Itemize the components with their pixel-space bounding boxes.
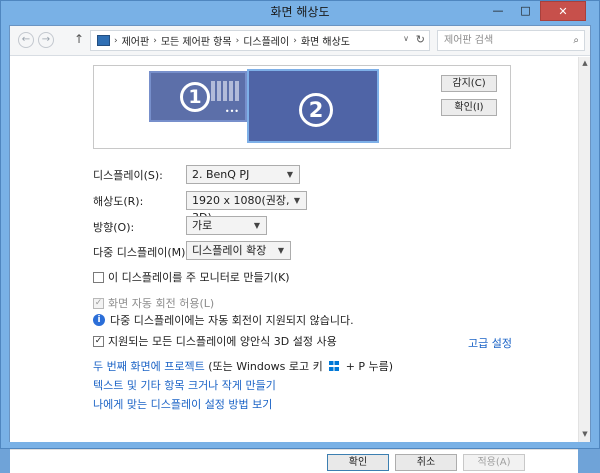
refresh-icon[interactable]: ↻ xyxy=(416,33,425,46)
stereo-3d-label: 지원되는 모든 디스플레이에 양안식 3D 설정 사용 xyxy=(108,335,337,348)
main-monitor-checkbox[interactable] xyxy=(93,271,104,283)
detect-button[interactable]: 감지(C) xyxy=(441,75,497,92)
auto-rotate-option: ✓ 화면 자동 회전 허용(L) xyxy=(93,295,214,311)
close-button[interactable]: ✕ xyxy=(540,1,586,21)
project-hint: (또는 Windows 로고 키 xyxy=(208,360,323,373)
dropdown-icon[interactable]: ∨ xyxy=(403,34,409,43)
display-resolution-window: 화면 해상도 — □ ✕ ← → ↑ › 제어판 › 모든 제어판 항목 › 디… xyxy=(0,0,600,473)
address-bar[interactable]: › 제어판 › 모든 제어판 항목 › 디스플레이 › 화면 해상도 ∨ ↻ xyxy=(90,30,430,51)
breadcrumb-display[interactable]: 디스플레이 xyxy=(243,33,289,48)
desktop-grid xyxy=(211,81,241,101)
chevron-down-icon: ▼ xyxy=(253,221,260,230)
monitor-2-number: 2 xyxy=(299,93,333,127)
breadcrumb-screen-resolution[interactable]: 화면 해상도 xyxy=(301,33,350,48)
orientation-select[interactable]: 가로 ▼ xyxy=(186,216,267,235)
cancel-button[interactable]: 취소 xyxy=(395,454,457,471)
project-link[interactable]: 두 번째 화면에 프로젝트 xyxy=(93,360,205,373)
minimize-button[interactable]: — xyxy=(484,1,512,21)
back-icon[interactable]: ← xyxy=(18,32,34,48)
crumb-separator: › xyxy=(235,35,240,46)
settings-panel: 1 ••• 2 감지(C) 확인(I) 디스플레이(S): 2. BenQ PJ… xyxy=(10,57,578,473)
display-value: 2. BenQ PJ xyxy=(192,168,250,181)
info-message: i 다중 디스플레이에는 자동 회전이 지원되지 않습니다. xyxy=(93,312,354,328)
chevron-down-icon: ▼ xyxy=(293,196,300,205)
scroll-down-icon[interactable]: ▼ xyxy=(580,430,590,440)
main-monitor-option[interactable]: 이 디스플레이를 주 모니터로 만들기(K) xyxy=(93,269,290,285)
advanced-settings-link[interactable]: 고급 설정 xyxy=(468,335,512,351)
display-settings-help-link[interactable]: 나에게 맞는 디스플레이 설정 방법 보기 xyxy=(93,396,272,412)
navigation-bar: ← → ↑ › 제어판 › 모든 제어판 항목 › 디스플레이 › 화면 해상도… xyxy=(10,26,590,56)
resolution-select[interactable]: 1920 x 1080(권장, 3D) ▼ xyxy=(186,191,307,224)
vertical-scrollbar[interactable]: ▲ ▼ xyxy=(578,57,590,442)
orientation-value: 가로 xyxy=(192,219,213,232)
monitor-1-dots: ••• xyxy=(224,107,239,116)
dialog-button-bar: 확인 취소 적용(A) xyxy=(10,449,578,473)
monitor-2[interactable]: 2 xyxy=(247,69,379,143)
crumb-separator: › xyxy=(293,35,297,46)
identify-button[interactable]: 확인(I) xyxy=(441,99,497,116)
breadcrumb-control-panel[interactable]: 제어판 xyxy=(122,33,150,48)
title-bar: 화면 해상도 — □ ✕ xyxy=(1,1,599,25)
crumb-separator: › xyxy=(114,35,118,46)
control-panel-icon xyxy=(97,35,110,46)
resolution-label: 해상도(R): xyxy=(93,195,144,208)
apply-button: 적용(A) xyxy=(463,454,525,471)
display-label: 디스플레이(S): xyxy=(93,169,163,182)
multi-display-select[interactable]: 디스플레이 확장 ▼ xyxy=(186,241,291,260)
auto-rotate-label: 화면 자동 회전 허용(L) xyxy=(108,297,215,310)
project-hint-end: + P 누름) xyxy=(345,360,394,373)
search-icon[interactable]: ⌕ xyxy=(573,31,579,50)
windows-logo-icon xyxy=(329,361,340,371)
monitor-1-number: 1 xyxy=(180,82,210,112)
monitor-arrangement: 1 ••• 2 감지(C) 확인(I) xyxy=(93,65,511,149)
search-placeholder: 제어판 검색 xyxy=(444,35,494,46)
info-text: 다중 디스플레이에는 자동 회전이 지원되지 않습니다. xyxy=(110,314,354,327)
stereo-3d-option[interactable]: ✓ 지원되는 모든 디스플레이에 양안식 3D 설정 사용 xyxy=(93,333,337,349)
chevron-down-icon: ▼ xyxy=(286,170,293,179)
monitor-1[interactable]: 1 ••• xyxy=(149,71,247,122)
chevron-down-icon: ▼ xyxy=(277,246,284,255)
ok-button[interactable]: 확인 xyxy=(327,454,389,471)
multi-display-value: 디스플레이 확장 xyxy=(192,244,267,257)
crumb-separator: › xyxy=(153,35,157,46)
content-frame: ← → ↑ › 제어판 › 모든 제어판 항목 › 디스플레이 › 화면 해상도… xyxy=(9,25,591,473)
search-input[interactable]: 제어판 검색 ⌕ xyxy=(437,30,585,51)
window-title: 화면 해상도 xyxy=(270,5,330,19)
maximize-button[interactable]: □ xyxy=(512,1,539,21)
text-size-link[interactable]: 텍스트 및 기타 항목 크거나 작게 만들기 xyxy=(93,377,276,393)
project-link-row: 두 번째 화면에 프로젝트 (또는 Windows 로고 키 + P 누름) xyxy=(93,358,393,374)
up-icon[interactable]: ↑ xyxy=(74,32,84,46)
orientation-label: 방향(O): xyxy=(93,221,135,234)
scroll-up-icon[interactable]: ▲ xyxy=(580,59,590,69)
check-icon[interactable]: ✓ xyxy=(93,335,104,347)
info-icon: i xyxy=(93,314,105,326)
forward-icon[interactable]: → xyxy=(38,32,54,48)
check-icon: ✓ xyxy=(93,297,104,309)
display-select[interactable]: 2. BenQ PJ ▼ xyxy=(186,165,300,184)
multi-display-label: 다중 디스플레이(M): xyxy=(93,246,190,259)
main-monitor-label: 이 디스플레이를 주 모니터로 만들기(K) xyxy=(108,271,290,284)
breadcrumb-all-items[interactable]: 모든 제어판 항목 xyxy=(161,33,232,48)
